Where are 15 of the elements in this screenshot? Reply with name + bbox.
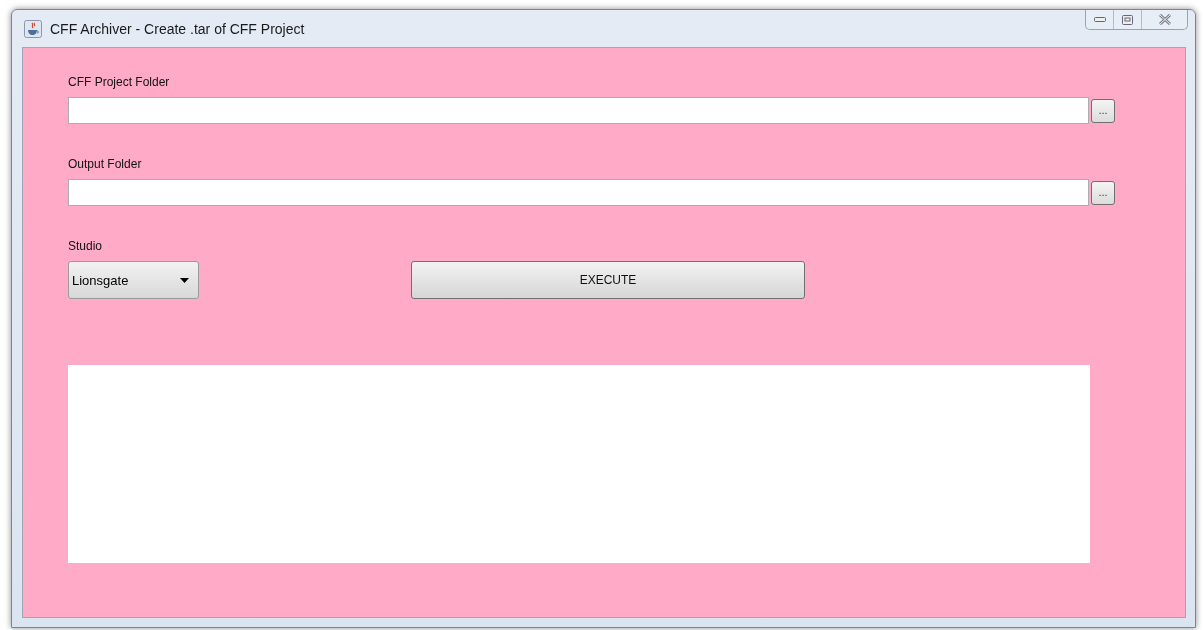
folder-input-field[interactable] [68,97,1089,124]
studio-dropdown[interactable]: Lionsgate [68,261,199,299]
studio-label: Studio [68,239,104,253]
field-label: CFF Project Folder [68,75,171,89]
window-title: CFF Archiver - Create .tar of CFF Project [50,20,305,37]
browse-button[interactable]: ... [1091,98,1115,123]
field-label: Output Folder [68,157,143,171]
minimize-icon [1093,16,1106,23]
execute-button[interactable]: EXECUTE [411,261,805,299]
coffee-cup-icon [24,19,42,38]
caret-icon [180,277,189,283]
folder-input-field[interactable] [68,179,1089,206]
maximize-icon [1122,14,1133,25]
browse-button[interactable]: ... [1091,180,1115,205]
close-icon [1157,14,1172,25]
